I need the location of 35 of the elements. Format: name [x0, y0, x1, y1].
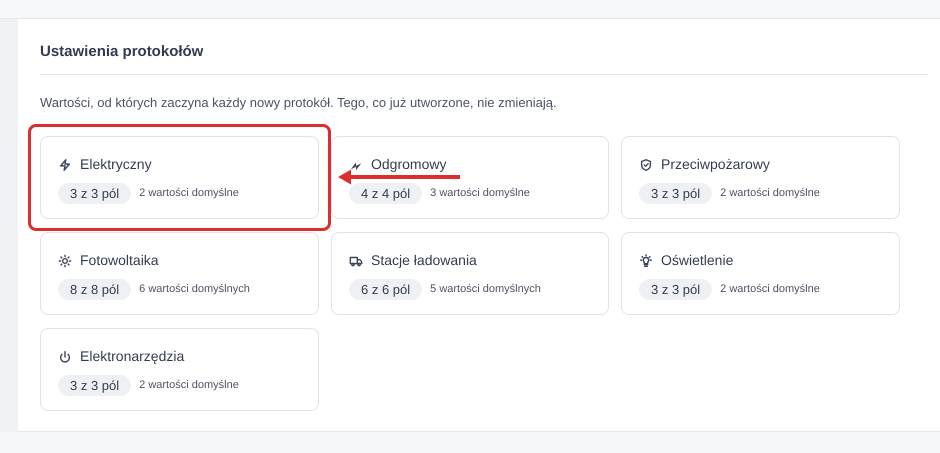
card-title: Odgromowy: [371, 155, 446, 174]
protocol-card[interactable]: Przeciwpożarowy 3 z 3 pól 2 wartości domyślne: [621, 136, 900, 219]
defaults-count: 2 wartości domyślne: [720, 186, 820, 202]
power-icon: [58, 350, 72, 364]
fields-badge: 8 z 8 pól: [58, 279, 132, 300]
fields-badge: 3 z 3 pól: [58, 375, 132, 396]
defaults-count: 2 wartości domyślne: [720, 282, 820, 298]
defaults-count: 5 wartości domyślnych: [430, 282, 541, 298]
fields-badge: 4 z 4 pól: [349, 183, 422, 204]
protocol-card[interactable]: Odgromowy 4 z 4 pól 3 wartości domyślne: [331, 136, 609, 219]
card-title: Elektronarzędzia: [80, 347, 184, 366]
defaults-count: 6 wartości domyślnych: [139, 282, 250, 298]
section-title: Ustawienia protokołów: [40, 41, 928, 74]
sun-icon: [58, 254, 72, 268]
card-title: Elektryczny: [80, 155, 152, 174]
protocol-card[interactable]: Elektryczny 3 z 3 pól 2 wartości domyślne: [40, 136, 319, 219]
bolt-icon: [58, 158, 72, 172]
card-title: Oświetlenie: [661, 251, 734, 270]
protocol-card[interactable]: Oświetlenie 3 z 3 pól 2 wartości domyślne: [621, 232, 900, 315]
card-title: Przeciwpożarowy: [661, 155, 770, 174]
fields-badge: 3 z 3 pól: [58, 183, 132, 204]
protocol-card[interactable]: Stacje ładowania 6 z 6 pól 5 wartości domyślnych: [331, 232, 609, 315]
card-title: Fotowoltaika: [80, 251, 159, 270]
fields-badge: 3 z 3 pól: [639, 183, 712, 204]
card-title: Stacje ładowania: [371, 251, 477, 270]
protocol-card[interactable]: Elektronarzędzia 3 z 3 pól 2 wartości domyślne: [40, 328, 319, 411]
defaults-count: 2 wartości domyślne: [139, 186, 239, 202]
fields-badge: 3 z 3 pól: [639, 279, 712, 300]
protocol-card[interactable]: Fotowoltaika 8 z 8 pól 6 wartości domyślnych: [40, 232, 319, 315]
defaults-count: 3 wartości domyślne: [430, 186, 530, 202]
defaults-count: 2 wartości domyślne: [139, 378, 239, 394]
shield-icon: [639, 158, 653, 172]
section-description: Wartości, od których zaczyna każdy nowy protokół. Tego, co już utworzone, nie zmieniają.: [40, 94, 558, 112]
fields-badge: 6 z 6 pól: [349, 279, 422, 300]
light-bulb-icon: [639, 254, 653, 268]
